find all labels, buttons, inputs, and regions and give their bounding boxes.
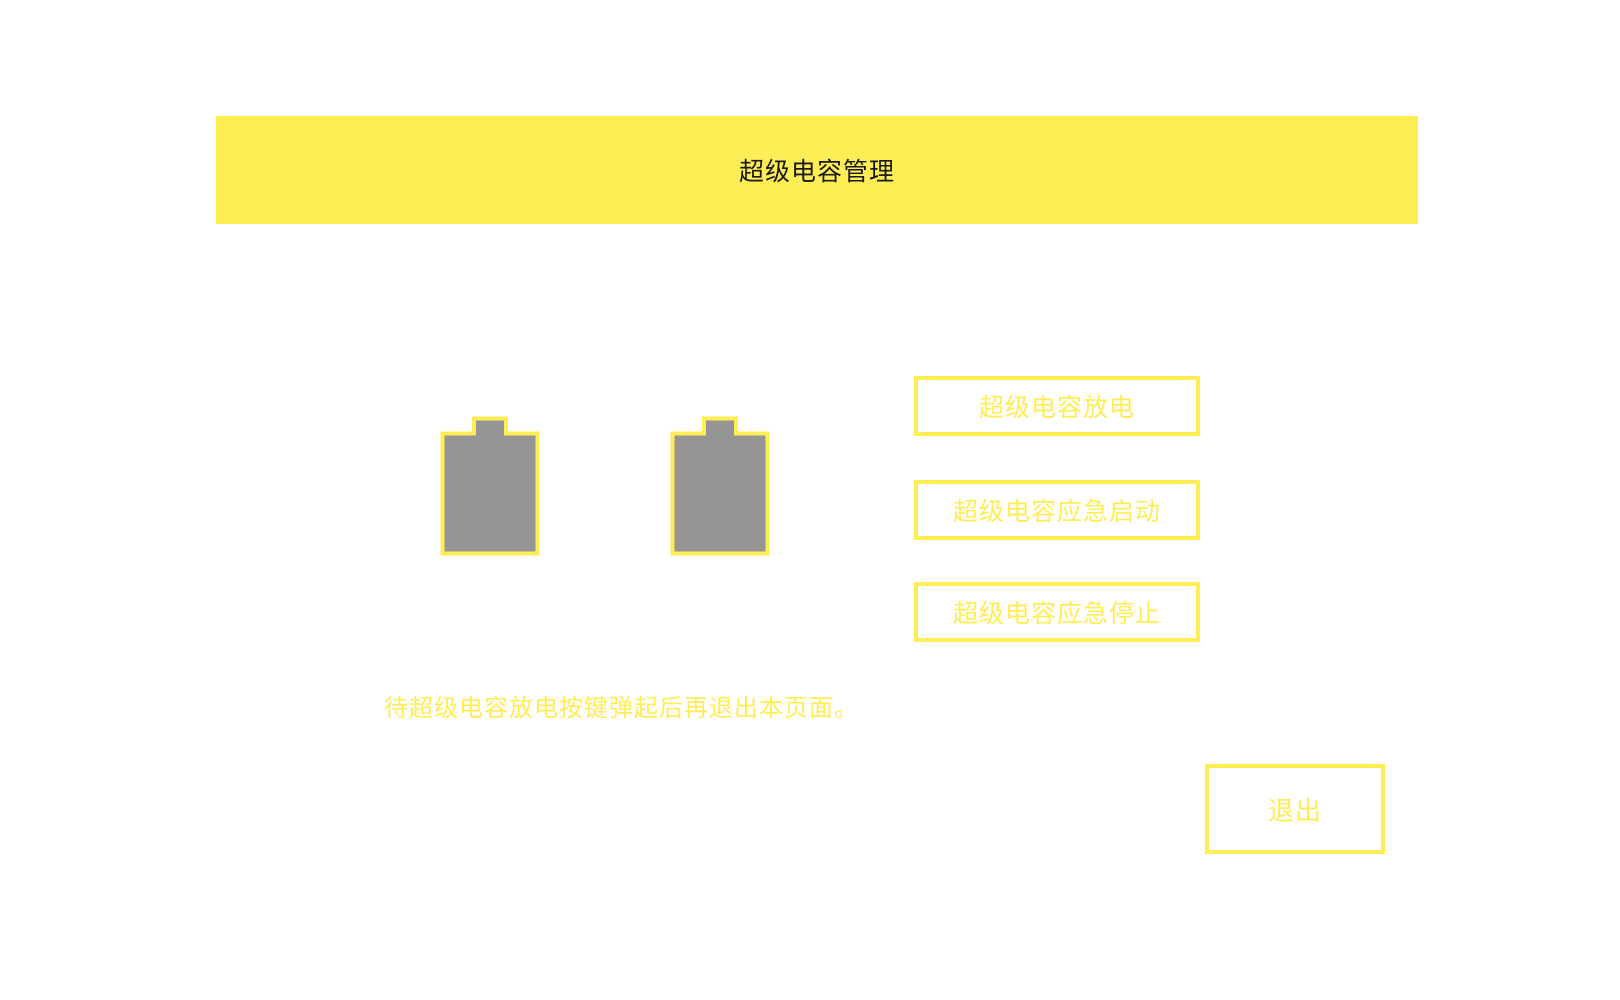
hint-text: 待超级电容放电按键弹起后再退出本页面。: [384, 694, 859, 722]
page-title: 超级电容管理: [738, 157, 895, 186]
capacitor-2-battery-icon: [670, 416, 770, 556]
battery-icon: [440, 416, 540, 556]
super-capacitor-page: 超级电容管理 超级电容放电 超级电容应急启动 超级电容应急停止 待超级电容放电按…: [0, 0, 1620, 1000]
discharge-button[interactable]: 超级电容放电: [914, 376, 1200, 436]
title-bar: 超级电容管理: [216, 116, 1418, 224]
emergency-start-button[interactable]: 超级电容应急启动: [914, 480, 1200, 540]
exit-button[interactable]: 退出: [1205, 764, 1385, 854]
capacitor-1-battery-icon: [440, 416, 540, 556]
battery-icon: [670, 416, 770, 556]
emergency-stop-button[interactable]: 超级电容应急停止: [914, 582, 1200, 642]
